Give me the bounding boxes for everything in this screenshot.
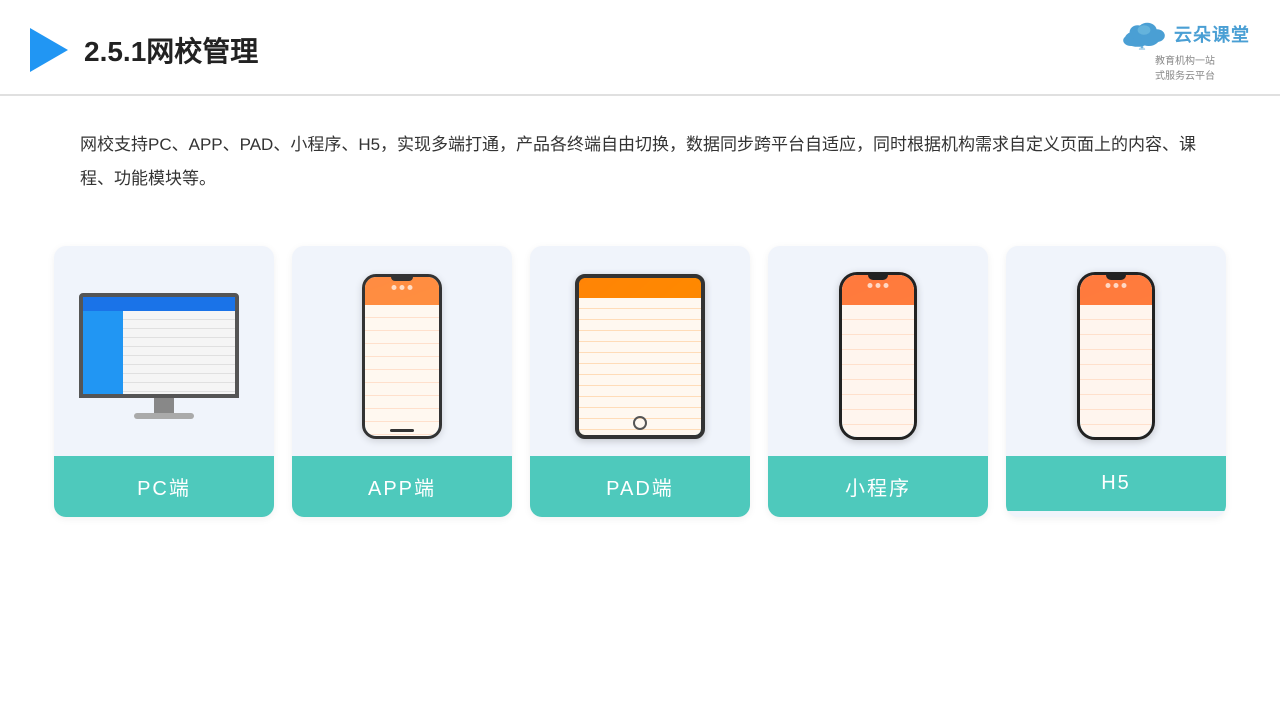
logo-area: 云朵课堂 教育机构一站 式服务云平台	[1120, 18, 1250, 82]
logo-cloud: 云朵课堂	[1120, 18, 1250, 50]
description-text: 网校支持PC、APP、PAD、小程序、H5，实现多端打通，产品各终端自由切换，数…	[80, 128, 1200, 196]
card-miniprogram-label: 小程序	[768, 456, 988, 517]
card-app-image	[292, 246, 512, 456]
miniprogram-mockup	[839, 272, 917, 440]
card-pad-image	[530, 246, 750, 456]
cloud-logo-icon	[1120, 18, 1168, 50]
cards-container: PC端 APP端 PAD端	[0, 216, 1280, 517]
card-h5-image	[1006, 246, 1226, 456]
card-app: APP端	[292, 246, 512, 517]
card-pad-label: PAD端	[530, 456, 750, 517]
card-miniprogram: 小程序	[768, 246, 988, 517]
card-pad: PAD端	[530, 246, 750, 517]
card-app-label: APP端	[292, 456, 512, 517]
play-icon	[30, 28, 68, 72]
card-miniprogram-image	[768, 246, 988, 456]
card-pc-image	[54, 246, 274, 456]
h5-mockup	[1077, 272, 1155, 440]
logo-text: 云朵课堂	[1174, 21, 1250, 47]
card-h5: H5	[1006, 246, 1226, 517]
page-title: 2.5.1网校管理	[84, 30, 258, 70]
card-pc: PC端	[54, 246, 274, 517]
card-h5-label: H5	[1006, 456, 1226, 511]
header-left: 2.5.1网校管理	[30, 28, 258, 72]
pc-mockup	[79, 293, 249, 419]
pad-mockup	[575, 274, 705, 439]
description: 网校支持PC、APP、PAD、小程序、H5，实现多端打通，产品各终端自由切换，数…	[0, 96, 1280, 206]
header: 2.5.1网校管理 云朵课堂 教育机构一站 式服务云平台	[0, 0, 1280, 96]
logo-sub: 教育机构一站 式服务云平台	[1155, 52, 1215, 82]
app-mockup	[362, 274, 442, 439]
card-pc-label: PC端	[54, 456, 274, 517]
